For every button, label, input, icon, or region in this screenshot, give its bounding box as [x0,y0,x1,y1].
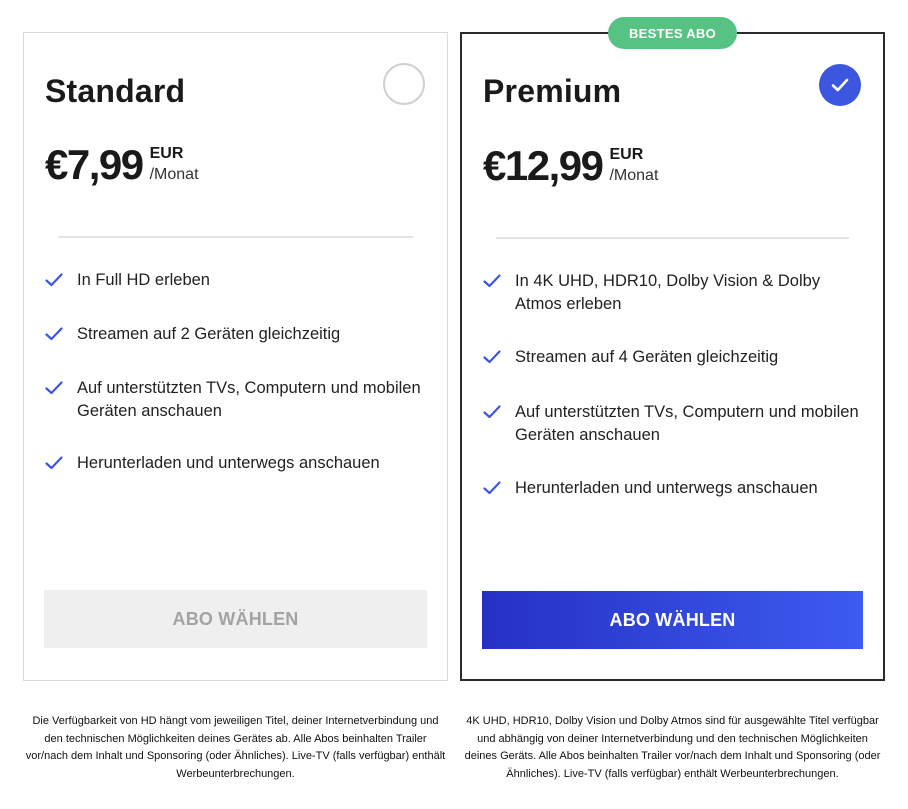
feature-list: In 4K UHD, HDR10, Dolby Vision & Dolby A… [483,270,863,532]
price-period: /Monat [609,167,659,184]
price-period: /Monat [149,166,199,183]
price-amount: €7,99 [45,141,144,188]
plan-select-radio-checked[interactable] [819,64,861,106]
check-icon [483,346,515,371]
feature-item: Herunterladen und unterwegs anschauen [483,477,863,502]
check-icon [45,452,77,477]
plan-title: Premium [483,73,622,109]
feature-text: Auf unterstützten TVs, Computern und mob… [77,379,421,420]
divider [58,236,413,238]
feature-text: Herunterladen und unterwegs anschauen [77,454,380,472]
price-currency: EUR [149,145,184,162]
divider [496,237,849,239]
best-plan-badge: BESTES ABO [608,17,737,49]
plan-card-standard[interactable]: Standard €7,99 EUR /Monat In Full HD erl… [23,32,448,681]
feature-text: In 4K UHD, HDR10, Dolby Vision & Dolby A… [515,272,821,313]
footnote-premium: 4K UHD, HDR10, Dolby Vision und Dolby At… [464,715,881,780]
price-currency: EUR [609,146,644,163]
price-block: €12,99 EUR /Monat [483,142,658,190]
feature-text: Streamen auf 2 Geräten gleichzeitig [77,325,341,343]
feature-item: In Full HD erleben [45,269,427,294]
feature-text: Herunterladen und unterwegs anschauen [515,479,818,497]
feature-text: In Full HD erleben [77,271,210,289]
feature-list: In Full HD erleben Streamen auf 2 Geräte… [45,269,427,506]
check-icon [483,401,515,426]
footnote-standard: Die Verfügbarkeit von HD hängt vom jewei… [25,715,446,780]
check-icon [483,270,515,295]
feature-item: Streamen auf 2 Geräten gleichzeitig [45,323,427,348]
check-icon [483,477,515,502]
check-icon [45,323,77,348]
plan-title: Standard [45,73,186,109]
price-block: €7,99 EUR /Monat [45,141,199,189]
price-amount: €12,99 [483,142,604,189]
check-icon [45,269,77,294]
choose-plan-button[interactable]: ABO WÄHLEN [44,590,427,648]
check-icon [45,377,77,402]
feature-item: Streamen auf 4 Geräten gleichzeitig [483,346,863,371]
checkmark-icon [831,78,849,92]
feature-item: Auf unterstützten TVs, Computern und mob… [483,401,863,447]
feature-item: In 4K UHD, HDR10, Dolby Vision & Dolby A… [483,270,863,316]
feature-item: Herunterladen und unterwegs anschauen [45,452,427,477]
feature-text: Streamen auf 4 Geräten gleichzeitig [515,348,779,366]
plan-card-premium[interactable]: Premium €12,99 EUR /Monat In 4K UHD, HDR… [460,32,885,681]
feature-item: Auf unterstützten TVs, Computern und mob… [45,377,427,423]
plan-select-radio[interactable] [383,63,425,105]
choose-plan-button[interactable]: ABO WÄHLEN [482,591,863,649]
feature-text: Auf unterstützten TVs, Computern und mob… [515,403,859,444]
